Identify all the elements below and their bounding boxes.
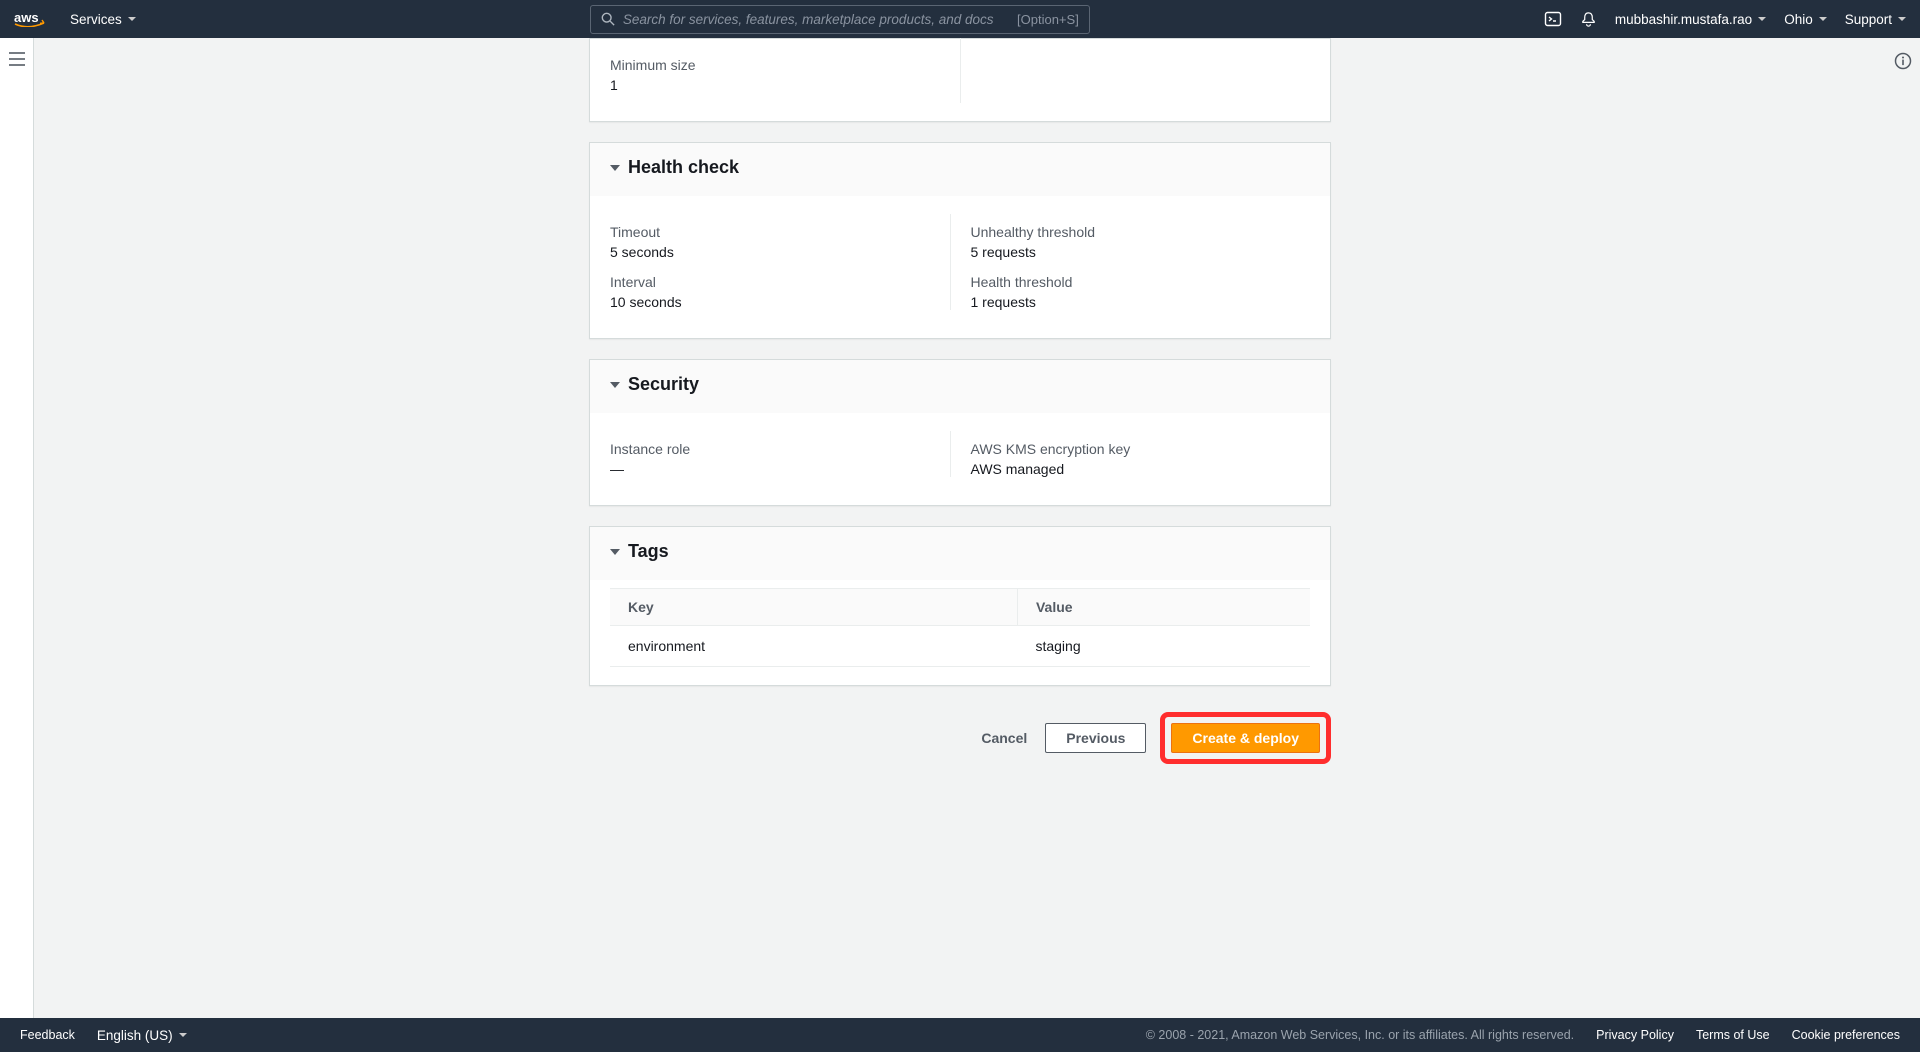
notifications-icon[interactable] [1580,11,1597,28]
region-menu[interactable]: Ohio [1784,12,1827,27]
tags-key-header: Key [610,589,1017,626]
min-size-label: Minimum size [610,57,960,73]
tags-title: Tags [628,541,669,562]
cancel-button[interactable]: Cancel [977,722,1031,754]
tags-table: Key Value environment staging [610,588,1310,667]
tags-header[interactable]: Tags [590,527,1330,580]
caret-down-icon [179,1033,187,1037]
instance-role-value: — [610,461,950,477]
tag-value: staging [1017,626,1310,667]
healthy-value: 1 requests [971,294,1311,310]
security-title: Security [628,374,699,395]
account-menu[interactable]: mubbashir.mustafa.rao [1615,12,1766,27]
security-header[interactable]: Security [590,360,1330,413]
interval-value: 10 seconds [610,294,950,310]
privacy-link[interactable]: Privacy Policy [1596,1028,1674,1042]
cookies-link[interactable]: Cookie preferences [1792,1028,1900,1042]
unhealthy-value: 5 requests [971,244,1311,260]
content-container: Minimum size 1 Health check [589,38,1331,794]
hamburger-icon[interactable] [9,52,25,1018]
instance-role-label: Instance role [610,441,950,457]
username: mubbashir.mustafa.rao [1615,12,1752,27]
region-label: Ohio [1784,12,1813,27]
support-label: Support [1845,12,1892,27]
feedback-link[interactable]: Feedback [20,1028,75,1042]
health-check-title: Health check [628,157,739,178]
page-scroll[interactable]: Minimum size 1 Health check [34,38,1886,1018]
caret-down-icon [1819,17,1827,21]
healthy-label: Health threshold [971,274,1311,290]
timeout-value: 5 seconds [610,244,950,260]
global-search[interactable]: [Option+S] [590,5,1090,34]
caret-down-icon [1898,17,1906,21]
security-card: Security Instance role — AWS KMS encrypt… [589,359,1331,506]
search-input[interactable] [623,12,1009,27]
tags-value-header: Value [1017,589,1310,626]
top-nav: aws Services [Option+S] mubbashir.mustaf… [0,0,1920,38]
caret-down-icon [610,382,620,388]
create-deploy-button[interactable]: Create & deploy [1171,723,1320,753]
search-icon [601,12,615,26]
aws-logo[interactable]: aws [14,11,56,27]
interval-label: Interval [610,274,950,290]
table-row: environment staging [610,626,1310,667]
min-size-value: 1 [610,77,960,93]
autoscaling-card-partial: Minimum size 1 [589,38,1331,122]
kms-value: AWS managed [971,461,1311,477]
highlight-annotation: Create & deploy [1160,712,1331,764]
health-check-header[interactable]: Health check [590,143,1330,196]
left-rail [0,38,34,1018]
copyright: © 2008 - 2021, Amazon Web Services, Inc.… [1146,1028,1574,1042]
tag-key: environment [610,626,1017,667]
caret-down-icon [610,165,620,171]
footer: Feedback English (US) © 2008 - 2021, Ama… [0,1018,1920,1052]
cloudshell-icon[interactable] [1544,10,1562,28]
unhealthy-label: Unhealthy threshold [971,224,1311,240]
caret-down-icon [610,549,620,555]
health-check-card: Health check Timeout 5 seconds Interval … [589,142,1331,339]
services-label: Services [70,12,122,27]
language-label: English (US) [97,1028,173,1043]
svg-text:aws: aws [14,11,39,25]
search-shortcut: [Option+S] [1017,12,1079,27]
language-menu[interactable]: English (US) [97,1028,187,1043]
tags-card: Tags Key Value environment staging [589,526,1331,686]
timeout-label: Timeout [610,224,950,240]
support-menu[interactable]: Support [1845,12,1906,27]
kms-label: AWS KMS encryption key [971,441,1311,457]
nav-right: mubbashir.mustafa.rao Ohio Support [1544,10,1906,28]
wizard-actions: Cancel Previous Create & deploy [589,706,1331,764]
services-menu[interactable]: Services [70,12,136,27]
caret-down-icon [128,17,136,21]
caret-down-icon [1758,17,1766,21]
right-rail [1886,38,1920,1018]
info-icon[interactable] [1894,52,1912,1018]
terms-link[interactable]: Terms of Use [1696,1028,1770,1042]
previous-button[interactable]: Previous [1045,723,1146,753]
